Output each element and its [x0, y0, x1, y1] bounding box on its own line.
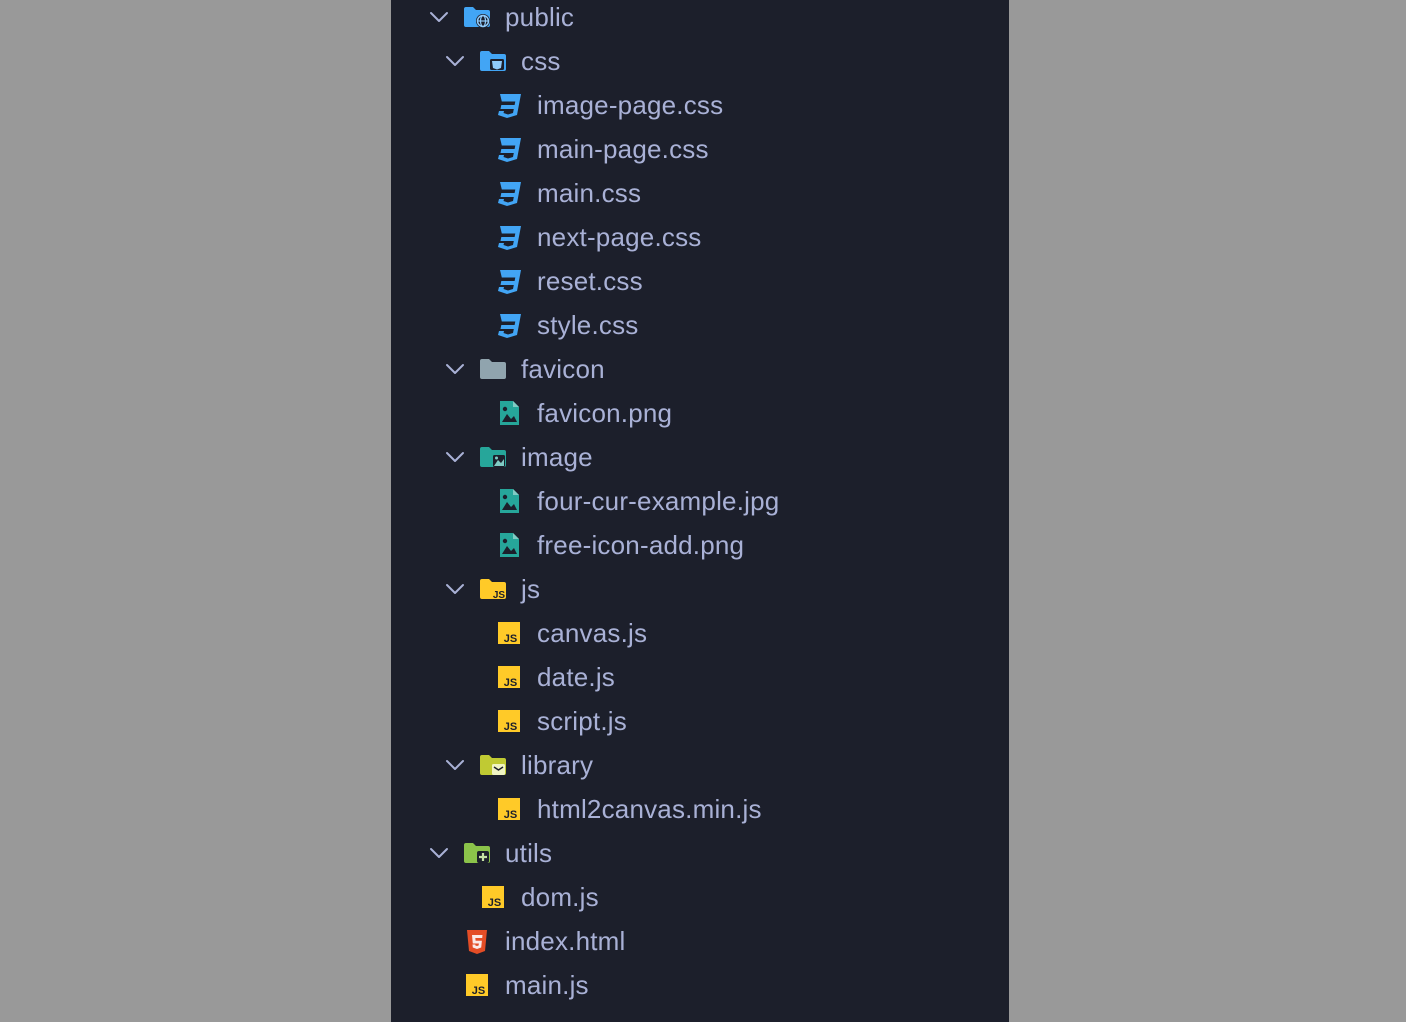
- folder-icon: [478, 354, 508, 384]
- folder-css-icon: [478, 46, 508, 76]
- folder-row[interactable]: css: [391, 39, 1009, 83]
- file-label: dom.js: [521, 882, 599, 912]
- chevron-down-icon[interactable]: [427, 841, 451, 865]
- file-row[interactable]: main.css: [391, 171, 1009, 215]
- folder-library-icon: [478, 750, 508, 780]
- js-file-icon: JS: [494, 662, 524, 692]
- file-tree: public css image-page.css main-page.css main…: [391, 0, 1009, 1007]
- folder-label: public: [505, 2, 575, 32]
- chevron-down-icon[interactable]: [427, 5, 451, 29]
- chevron-down-icon[interactable]: [443, 357, 467, 381]
- file-row[interactable]: JS script.js: [391, 699, 1009, 743]
- js-file-icon: JS: [494, 794, 524, 824]
- folder-public-icon: [462, 2, 492, 32]
- css-file-icon: [494, 222, 524, 252]
- folder-row[interactable]: image: [391, 435, 1009, 479]
- file-row[interactable]: index.html: [391, 919, 1009, 963]
- file-label: main-page.css: [537, 134, 709, 164]
- file-explorer-panel: public css image-page.css main-page.css main…: [391, 0, 1009, 1022]
- file-row[interactable]: JS html2canvas.min.js: [391, 787, 1009, 831]
- file-row[interactable]: JS dom.js: [391, 875, 1009, 919]
- file-row[interactable]: main-page.css: [391, 127, 1009, 171]
- file-label: main.css: [537, 178, 642, 208]
- css-file-icon: [494, 310, 524, 340]
- js-file-icon: JS: [478, 882, 508, 912]
- chevron-down-icon[interactable]: [443, 49, 467, 73]
- file-row[interactable]: image-page.css: [391, 83, 1009, 127]
- css-file-icon: [494, 90, 524, 120]
- js-file-icon: JS: [494, 618, 524, 648]
- svg-text:JS: JS: [504, 633, 517, 645]
- image-file-icon: [494, 486, 524, 516]
- folder-label: css: [521, 46, 561, 76]
- folder-label: favicon: [521, 354, 605, 384]
- svg-text:JS: JS: [504, 677, 517, 689]
- file-label: four-cur-example.jpg: [537, 486, 780, 516]
- css-file-icon: [494, 266, 524, 296]
- file-row[interactable]: JS main.js: [391, 963, 1009, 1007]
- folder-utils-icon: [462, 838, 492, 868]
- file-label: main.js: [505, 970, 589, 1000]
- file-label: free-icon-add.png: [537, 530, 745, 560]
- image-file-icon: [494, 398, 524, 428]
- svg-text:JS: JS: [504, 809, 517, 821]
- chevron-down-icon[interactable]: [443, 753, 467, 777]
- svg-text:JS: JS: [493, 590, 506, 601]
- svg-text:JS: JS: [504, 721, 517, 733]
- html-file-icon: [462, 926, 492, 956]
- folder-label: js: [521, 574, 541, 604]
- file-label: date.js: [537, 662, 616, 692]
- file-row[interactable]: JS date.js: [391, 655, 1009, 699]
- folder-row[interactable]: favicon: [391, 347, 1009, 391]
- file-label: next-page.css: [537, 222, 702, 252]
- svg-text:JS: JS: [488, 897, 501, 909]
- folder-row[interactable]: JS js: [391, 567, 1009, 611]
- image-file-icon: [494, 530, 524, 560]
- js-file-icon: JS: [462, 970, 492, 1000]
- folder-row[interactable]: utils: [391, 831, 1009, 875]
- folder-js-icon: JS: [478, 574, 508, 604]
- folder-label: library: [521, 750, 594, 780]
- file-row[interactable]: reset.css: [391, 259, 1009, 303]
- css-file-icon: [494, 134, 524, 164]
- file-row[interactable]: free-icon-add.png: [391, 523, 1009, 567]
- file-row[interactable]: four-cur-example.jpg: [391, 479, 1009, 523]
- folder-label: image: [521, 442, 593, 472]
- chevron-down-icon[interactable]: [443, 577, 467, 601]
- chevron-down-icon[interactable]: [443, 445, 467, 469]
- file-label: image-page.css: [537, 90, 724, 120]
- file-label: html2canvas.min.js: [537, 794, 762, 824]
- file-label: favicon.png: [537, 398, 673, 428]
- css-file-icon: [494, 178, 524, 208]
- file-label: style.css: [537, 310, 639, 340]
- svg-text:JS: JS: [472, 985, 485, 997]
- folder-label: utils: [505, 838, 553, 868]
- file-label: script.js: [537, 706, 627, 736]
- file-row[interactable]: next-page.css: [391, 215, 1009, 259]
- folder-row[interactable]: public: [391, 0, 1009, 39]
- file-label: index.html: [505, 926, 626, 956]
- file-label: canvas.js: [537, 618, 648, 648]
- folder-row[interactable]: library: [391, 743, 1009, 787]
- js-file-icon: JS: [494, 706, 524, 736]
- folder-image-icon: [478, 442, 508, 472]
- file-row[interactable]: style.css: [391, 303, 1009, 347]
- file-label: reset.css: [537, 266, 643, 296]
- file-row[interactable]: favicon.png: [391, 391, 1009, 435]
- file-row[interactable]: JS canvas.js: [391, 611, 1009, 655]
